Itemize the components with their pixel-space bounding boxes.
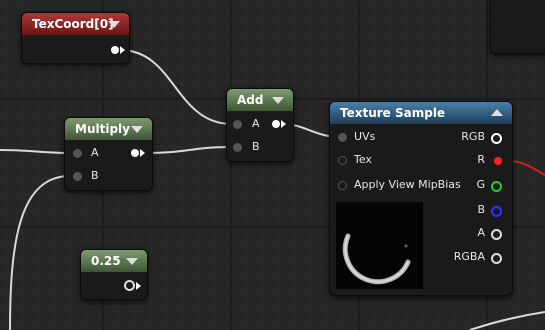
r-output-pin[interactable] (494, 157, 502, 165)
add-input-b-label: B (252, 140, 260, 153)
b-output-label: B (477, 203, 485, 216)
multiply-input-b-label: B (91, 169, 99, 182)
a-output-label: A (477, 226, 485, 239)
constant-value: 0.25 (91, 254, 121, 268)
add-header[interactable]: Add (227, 89, 293, 111)
tex-input-pin[interactable] (338, 156, 347, 165)
rgba-output-label: RGBA (453, 250, 485, 263)
output-arrow-icon (140, 149, 145, 157)
collapse-arrow-icon[interactable] (131, 126, 143, 133)
output-arrow-icon (136, 282, 141, 290)
multiply-header[interactable]: Multiply (65, 118, 152, 140)
constant-header[interactable]: 0.25 (81, 250, 147, 272)
rgba-output-pin[interactable] (491, 253, 502, 264)
wire-texcoord-to-add-a (119, 49, 233, 125)
collapse-arrow-icon[interactable] (491, 109, 503, 116)
multiply-title: Multiply (75, 122, 130, 136)
rgb-output-pin[interactable] (491, 133, 502, 144)
texture-sample-title: Texture Sample (340, 106, 446, 120)
add-output-pin[interactable] (272, 120, 280, 128)
add-node[interactable]: Add A B (226, 88, 294, 162)
uvs-input-label: UVs (354, 130, 376, 143)
texcoord-node[interactable]: TexCoord[0] (21, 12, 130, 64)
uvs-input-pin[interactable] (338, 133, 347, 142)
constant-node[interactable]: 0.25 (80, 249, 148, 300)
b-output-pin[interactable] (491, 206, 502, 217)
offscreen-node[interactable] (490, 0, 545, 54)
tex-input-label: Tex (354, 153, 372, 166)
add-input-a-pin[interactable] (233, 120, 242, 129)
texture-preview-thumbnail (336, 202, 423, 289)
texcoord-header[interactable]: TexCoord[0] (22, 13, 129, 35)
wire-left-to-multiply-a (0, 149, 71, 154)
a-output-pin[interactable] (491, 229, 502, 240)
collapse-arrow-icon[interactable] (272, 97, 284, 104)
texcoord-title: TexCoord[0] (32, 17, 114, 31)
multiply-output-pin[interactable] (131, 149, 139, 157)
add-input-a-label: A (252, 117, 260, 130)
wire-left-to-multiply-b (9, 175, 71, 330)
output-arrow-icon (120, 46, 125, 54)
texcoord-output-pin[interactable] (111, 46, 119, 54)
output-arrow-icon (281, 120, 286, 128)
texture-sample-header[interactable]: Texture Sample (330, 102, 512, 124)
texture-sample-node[interactable]: Texture Sample UVs Tex Apply View MipBia… (329, 101, 513, 296)
r-output-label: R (477, 153, 485, 166)
constant-output-pin[interactable] (124, 280, 135, 291)
g-output-pin[interactable] (491, 181, 502, 192)
g-output-label: G (476, 178, 485, 191)
collapse-arrow-icon[interactable] (126, 258, 138, 265)
add-input-b-pin[interactable] (233, 143, 242, 152)
multiply-input-a-pin[interactable] (73, 149, 82, 158)
rgb-output-label: RGB (461, 130, 485, 143)
wire-bottom-right (469, 311, 545, 330)
multiply-input-b-pin[interactable] (73, 172, 82, 181)
mipbias-input-label: Apply View MipBias (354, 178, 461, 191)
multiply-node[interactable]: Multiply A B (64, 117, 153, 191)
mipbias-input-pin[interactable] (338, 181, 347, 190)
add-title: Add (237, 93, 264, 107)
multiply-input-a-label: A (91, 146, 99, 159)
collapse-arrow-icon[interactable] (108, 21, 120, 28)
wire-multiply-to-add-b (144, 146, 233, 154)
